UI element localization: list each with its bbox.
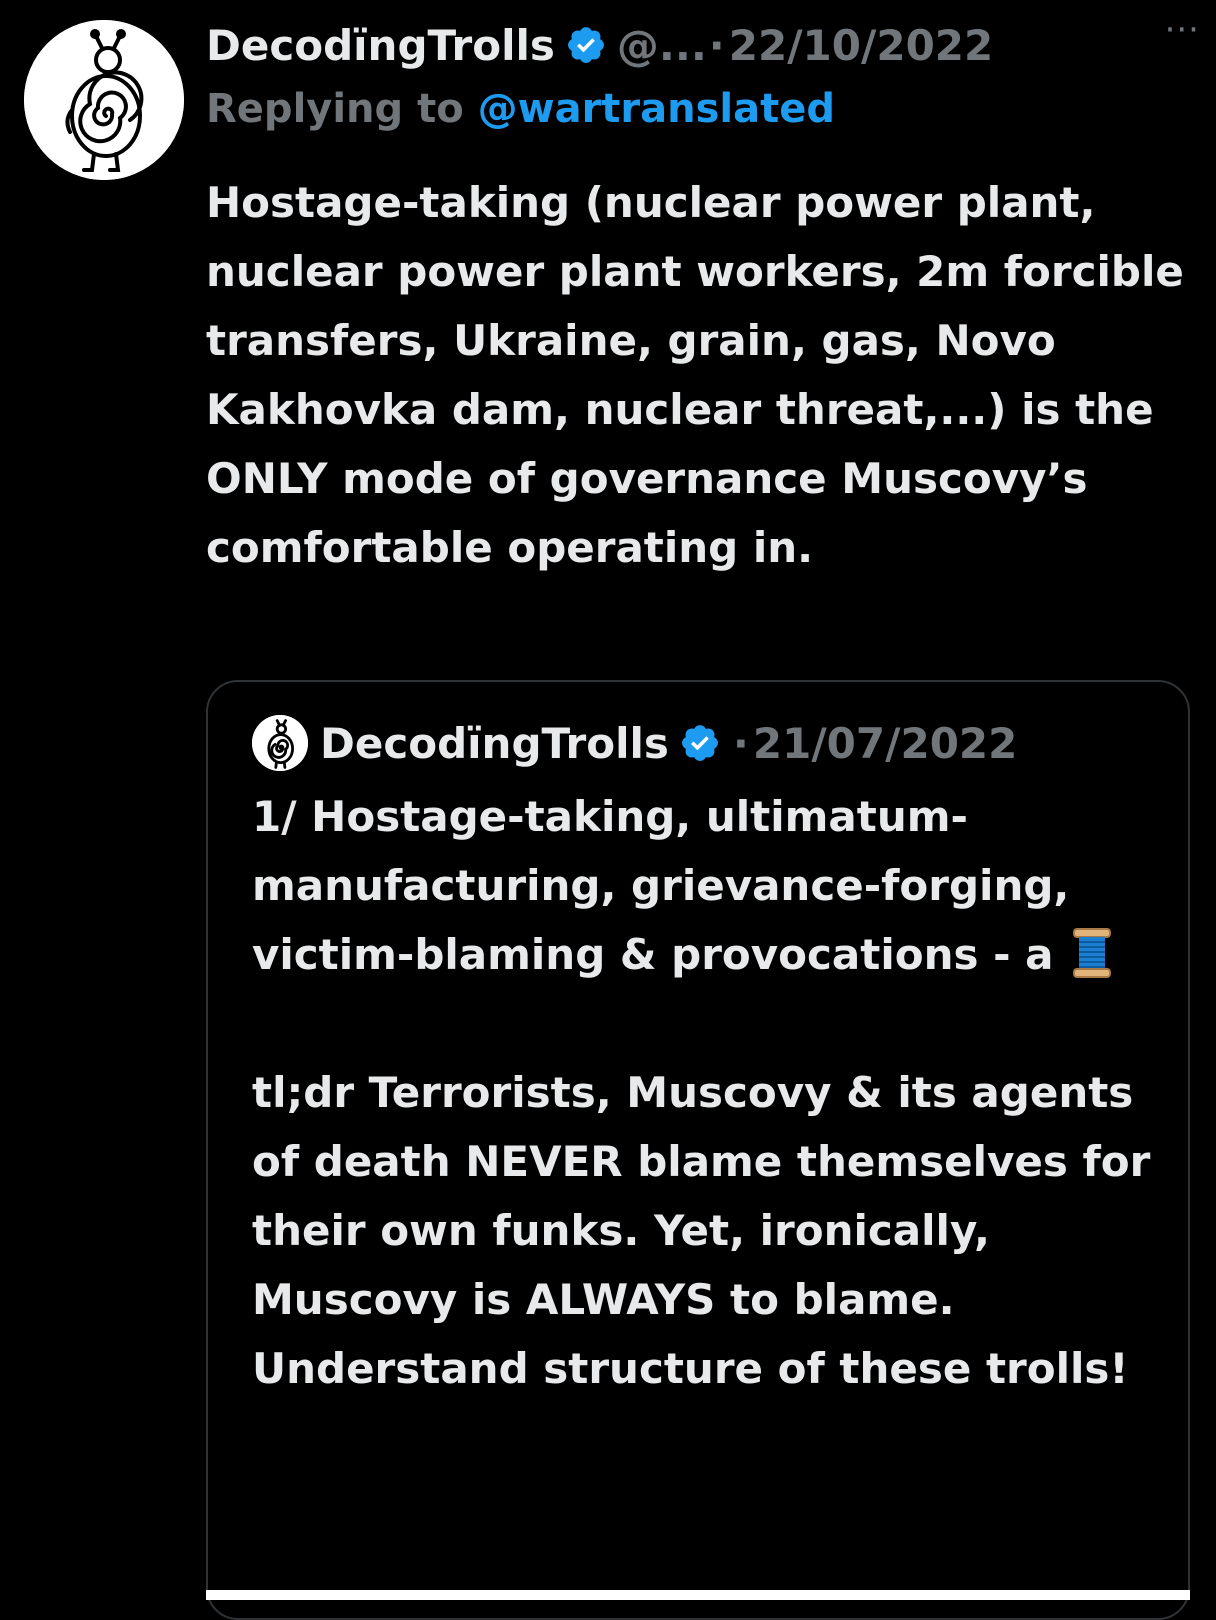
author-handle[interactable]: @... <box>617 21 707 70</box>
replying-to: Replying to @wartranslated <box>206 86 835 132</box>
replying-to-mention[interactable]: @wartranslated <box>478 86 835 132</box>
quoted-tweet-date[interactable]: 21/07/2022 <box>753 719 1017 768</box>
spiral-figure-avatar-icon <box>252 715 308 771</box>
author-avatar[interactable] <box>24 20 184 180</box>
separator-dot: · <box>732 718 749 768</box>
author-display-name[interactable]: DecodïngTrolls <box>206 21 555 70</box>
spool-of-thread-icon <box>1072 927 1112 979</box>
separator-dot: · <box>708 20 725 70</box>
tweet-header: DecodïngTrolls @... · 22/10/2022 <box>206 14 1206 76</box>
verified-badge-icon[interactable] <box>565 24 607 66</box>
quoted-tweet-text-part2: tl;dr Terrorists, Muscovy & its agents o… <box>252 1068 1151 1393</box>
quoted-tweet-card[interactable]: DecodïngTrolls · 21/07/2022 1/ Hostage-t… <box>206 680 1190 1620</box>
spiral-figure-avatar-icon <box>24 20 184 180</box>
tweet-text: Hostage-taking (nuclear power plant, nuc… <box>206 178 1184 572</box>
quoted-author-display-name[interactable]: DecodïngTrolls <box>320 719 669 768</box>
quoted-tweet-media-edge <box>206 1590 1190 1600</box>
quoted-tweet-text: 1/ Hostage-taking, ultimatum-manufacturi… <box>252 782 1152 1403</box>
quoted-tweet-text-part1: 1/ Hostage-taking, ultimatum-manufacturi… <box>252 792 1070 979</box>
quoted-tweet-header: DecodïngTrolls · 21/07/2022 <box>252 715 1017 771</box>
replying-to-label: Replying to <box>206 86 478 132</box>
quoted-author-avatar[interactable] <box>252 715 308 771</box>
tweet-date[interactable]: 22/10/2022 <box>729 21 993 70</box>
more-options-icon[interactable]: ··· <box>1165 10 1200 50</box>
verified-badge-icon[interactable] <box>679 722 721 764</box>
